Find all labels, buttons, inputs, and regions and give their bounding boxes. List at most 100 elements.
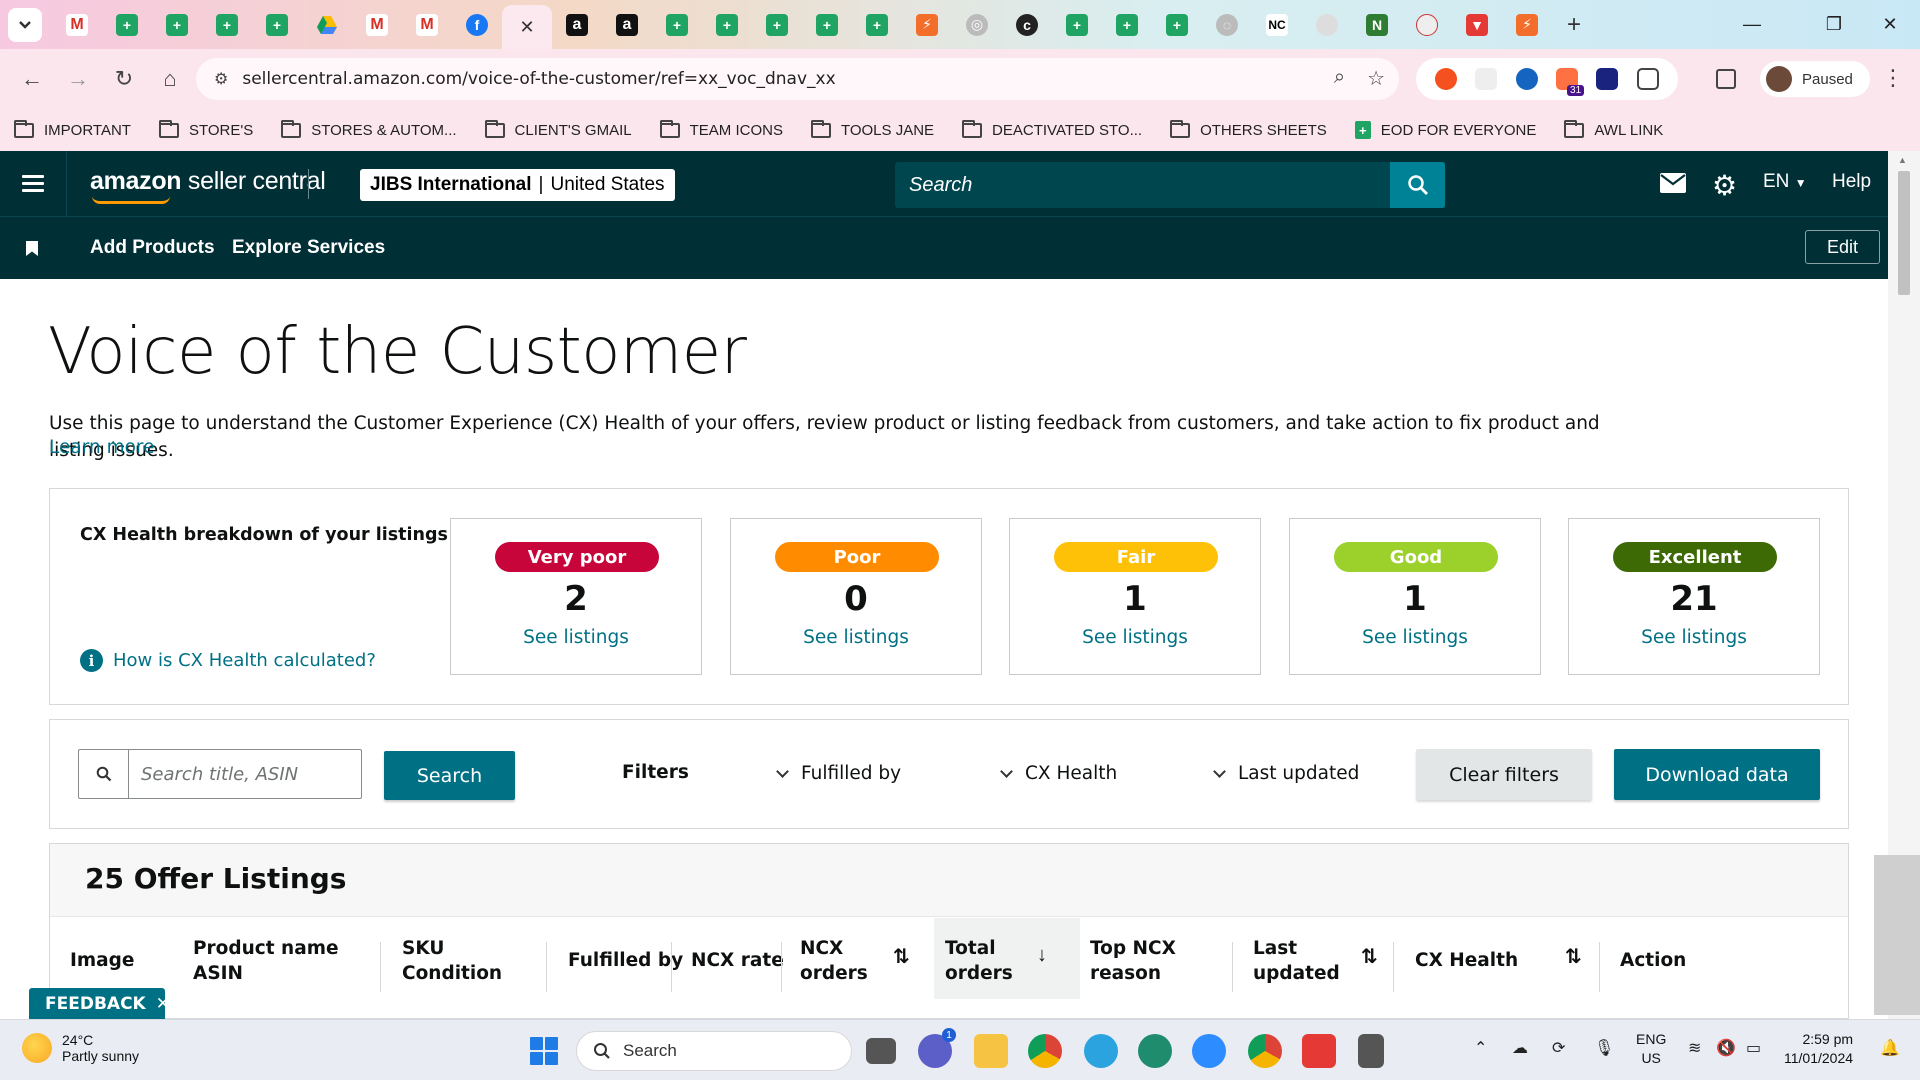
puzzle-extensions-icon[interactable] [1636, 68, 1659, 90]
bookmark-item[interactable]: STORES & AUTOM... [281, 119, 457, 139]
col-ncx-orders[interactable]: NCX orders [800, 936, 868, 986]
col-total-orders[interactable]: Total orders [945, 936, 1013, 986]
tab-sheets[interactable]: + [152, 5, 202, 45]
extension-icon[interactable] [1435, 68, 1458, 90]
col-last-updated[interactable]: Last updated [1253, 936, 1340, 986]
sort-descending-icon[interactable]: ↓ [1037, 944, 1047, 967]
back-button[interactable]: ← [12, 59, 52, 99]
tab-green[interactable]: N [1352, 5, 1402, 45]
listing-search-input[interactable]: Search title, ASIN [78, 749, 362, 799]
edit-button[interactable]: Edit [1805, 230, 1880, 264]
tab-sheets[interactable]: + [802, 5, 852, 45]
tab-red[interactable]: ▼ [1452, 5, 1502, 45]
tab-sheets[interactable]: + [702, 5, 752, 45]
chrome-profile-icon[interactable] [1248, 1034, 1282, 1068]
chrome-icon[interactable] [1028, 1034, 1062, 1068]
notification-bell-icon[interactable]: 🔔 [1880, 1038, 1900, 1058]
star-icon[interactable]: ☆ [1367, 66, 1385, 91]
tab-sheets[interactable]: + [202, 5, 252, 45]
browser-menu-icon[interactable]: ⋮ [1882, 65, 1904, 91]
col-fulfilled-by[interactable]: Fulfilled by [568, 948, 683, 973]
tab-sheets[interactable]: + [1102, 5, 1152, 45]
bookmark-item[interactable]: TEAM ICONS [659, 119, 783, 139]
wifi-icon[interactable]: ≋ [1688, 1038, 1701, 1058]
col-ncx-rate[interactable]: NCX rate [691, 948, 784, 973]
search-button[interactable]: Search [384, 751, 515, 800]
tab-sheets[interactable]: + [252, 5, 302, 45]
taskbar-clock[interactable]: 2:59 pm 11/01/2024 [1784, 1030, 1853, 1068]
settings-gear-icon[interactable]: ⚙ [1712, 169, 1737, 202]
col-cx-health[interactable]: CX Health [1415, 948, 1518, 973]
wps-office-icon[interactable] [1302, 1034, 1336, 1068]
tab-sysco[interactable] [1302, 5, 1352, 45]
tab-amazon[interactable]: a [552, 5, 602, 45]
weather-widget[interactable]: 24°C Partly sunny [22, 1032, 139, 1064]
bookmark-item[interactable]: STORE'S [158, 119, 253, 139]
see-listings-link[interactable]: See listings [1010, 627, 1260, 648]
sort-icon[interactable]: ⇅ [893, 944, 910, 969]
bookmark-item[interactable]: DEACTIVATED STO... [962, 119, 1142, 139]
side-panel-icon[interactable] [1716, 69, 1736, 89]
sync-icon[interactable]: ⟳ [1552, 1038, 1565, 1058]
calendar-extension-icon[interactable]: 31 [1556, 68, 1585, 96]
language-indicator[interactable]: ENG US [1636, 1030, 1666, 1068]
tab-sheets[interactable]: + [1152, 5, 1202, 45]
profile-button[interactable]: Paused [1760, 61, 1870, 97]
minimize-button[interactable]: — [1722, 0, 1782, 49]
file-explorer-icon[interactable] [974, 1034, 1008, 1068]
edge-icon[interactable] [1138, 1034, 1172, 1068]
tab-gmail[interactable]: M [402, 5, 452, 45]
tab-dark[interactable]: c [1002, 5, 1052, 45]
tab-zapier[interactable]: ⚡ [1502, 5, 1552, 45]
onedrive-icon[interactable]: ☁ [1512, 1038, 1528, 1058]
address-bar[interactable]: ⚙ sellercentral.amazon.com/voice-of-the-… [196, 58, 1399, 100]
teams-icon[interactable]: 1 [918, 1028, 956, 1068]
tab-facebook[interactable]: f [452, 5, 502, 45]
help-link[interactable]: Help [1832, 171, 1871, 193]
extension-icon[interactable] [1475, 68, 1498, 90]
bookmark-item[interactable]: + EOD FOR EVERYONE [1354, 121, 1536, 139]
zoom-icon[interactable]: ⌕ [1334, 66, 1345, 91]
tab-globe[interactable]: ◎ [952, 5, 1002, 45]
tab-sheets[interactable]: + [102, 5, 152, 45]
tab-misc2[interactable] [1402, 5, 1452, 45]
reload-button[interactable]: ↻ [104, 59, 144, 99]
seller-central-logo[interactable]: amazon seller central [90, 167, 326, 204]
windows-start-icon[interactable] [530, 1037, 558, 1065]
bookmark-item[interactable]: AWL LINK [1564, 119, 1663, 139]
explore-services-link[interactable]: Explore Services [232, 237, 385, 259]
col-sku[interactable]: SKU Condition [402, 936, 502, 986]
task-view-icon[interactable] [866, 1038, 896, 1064]
tab-amazon[interactable]: a [602, 5, 652, 45]
site-info-icon[interactable]: ⚙ [214, 69, 228, 89]
bookmark-item[interactable]: CLIENT'S GMAIL [484, 119, 632, 139]
address-bar-url[interactable]: sellercentral.amazon.com/voice-of-the-cu… [242, 69, 835, 89]
see-listings-link[interactable]: See listings [451, 627, 701, 648]
see-listings-link[interactable]: See listings [1290, 627, 1540, 648]
tab-sheets[interactable]: + [652, 5, 702, 45]
forward-button[interactable]: → [58, 59, 98, 99]
telegram-icon[interactable] [1084, 1034, 1118, 1068]
learn-more-link[interactable]: Learn more [49, 437, 155, 458]
tab-active-close[interactable]: ✕ [502, 5, 552, 49]
scroll-thumb[interactable] [1898, 171, 1910, 295]
bookmark-icon[interactable] [26, 241, 38, 256]
mail-icon[interactable] [1660, 173, 1686, 198]
bookmark-item[interactable]: OTHERS SHEETS [1170, 119, 1327, 139]
sort-icon[interactable]: ⇅ [1361, 944, 1378, 969]
calculator-icon[interactable] [1358, 1034, 1384, 1068]
tab-sheets[interactable]: + [852, 5, 902, 45]
tab-search-chevron-icon[interactable] [8, 7, 42, 42]
sort-icon[interactable]: ⇅ [1565, 944, 1582, 969]
last-updated-filter[interactable]: Last updated [1213, 763, 1359, 784]
header-search-input[interactable]: Search [895, 162, 1445, 208]
tab-misc[interactable]: ◌ [1202, 5, 1252, 45]
see-listings-link[interactable]: See listings [1569, 627, 1819, 648]
extension-icon[interactable] [1596, 68, 1619, 90]
col-top-ncx-reason[interactable]: Top NCX reason [1090, 936, 1176, 986]
tray-chevron-icon[interactable]: ⌃ [1474, 1038, 1487, 1058]
extension-icon[interactable] [1515, 68, 1538, 90]
bookmark-item[interactable]: TOOLS JANE [810, 119, 934, 139]
feedback-button[interactable]: FEEDBACK ✕ [29, 988, 170, 1020]
bookmark-item[interactable]: IMPORTANT [14, 119, 131, 139]
